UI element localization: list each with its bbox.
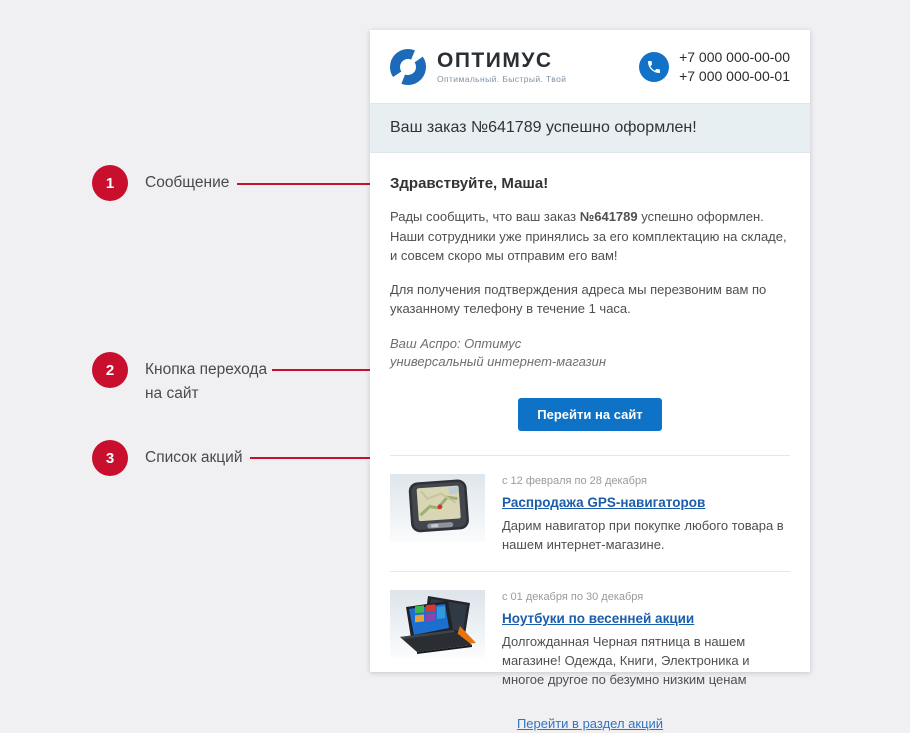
email-signature: Ваш Аспро: Оптимус универсальный интерне… (390, 335, 790, 373)
store-logo[interactable]: ОПТИМУС Оптимальный. Быстрый. Твой (388, 47, 566, 87)
annotation-3-line (250, 457, 378, 459)
logo-name: ОПТИМУС (437, 50, 566, 72)
signature-line-2: универсальный интернет-магазин (390, 353, 790, 372)
promo-item-gps: с 12 февраля по 28 декабря Распродажа GP… (390, 474, 790, 555)
logo-swirl-icon (388, 47, 428, 87)
promos-section-link[interactable]: Перейти в раздел акций (517, 716, 663, 731)
gps-navigator-image[interactable] (390, 474, 485, 542)
laptop-image[interactable] (390, 590, 485, 658)
annotation-2-label-line2: на сайт (145, 382, 267, 406)
divider (390, 571, 790, 572)
email-subject-bar: Ваш заказ №641789 успешно оформлен! (370, 103, 810, 153)
phone-number-1[interactable]: +7 000 000-00-00 (679, 48, 790, 67)
phone-icon (639, 52, 669, 82)
promo-1-description: Дарим навигатор при покупке любого товар… (502, 517, 790, 555)
email-preview-panel: ОПТИМУС Оптимальный. Быстрый. Твой +7 00… (370, 30, 810, 672)
message-paragraph-1: Рады сообщить, что ваш заказ №641789 усп… (390, 207, 790, 266)
annotation-1-message: 1 Сообщение (92, 165, 229, 201)
promo-2-description: Долгожданная Черная пятница в нашем мага… (502, 633, 790, 690)
email-body: Здравствуйте, Маша! Рады сообщить, что в… (370, 153, 810, 733)
divider (390, 455, 790, 456)
annotation-3-promos: 3 Список акций (92, 440, 242, 476)
annotation-1-line (237, 183, 378, 185)
phone-block: +7 000 000-00-00 +7 000 000-00-01 (639, 48, 790, 86)
annotation-3-label: Список акций (145, 446, 242, 470)
promo-item-laptops: с 01 декабря по 30 декабря Ноутбуки по в… (390, 590, 790, 690)
message-paragraph-2: Для получения подтверждения адреса мы пе… (390, 280, 790, 319)
phone-number-2[interactable]: +7 000 000-00-01 (679, 67, 790, 86)
order-number: №641789 (580, 209, 638, 224)
promo-1-title-link[interactable]: Распродажа GPS-навигаторов (502, 495, 705, 510)
go-to-site-button[interactable]: Перейти на сайт (518, 398, 661, 431)
paragraph-1-text: Рады сообщить, что ваш заказ (390, 209, 580, 224)
signature-line-1: Ваш Аспро: Оптимус (390, 335, 790, 354)
logo-tagline: Оптимальный. Быстрый. Твой (437, 74, 566, 84)
annotation-1-label: Сообщение (145, 171, 229, 195)
annotation-2-cta-button: 2 Кнопка перехода на сайт (92, 352, 267, 406)
promo-2-date: с 01 декабря по 30 декабря (502, 591, 790, 603)
annotation-3-badge: 3 (92, 440, 128, 476)
annotation-2-label-line1: Кнопка перехода (145, 358, 267, 382)
promo-2-title-link[interactable]: Ноутбуки по весенней акции (502, 611, 694, 626)
email-header: ОПТИМУС Оптимальный. Быстрый. Твой +7 00… (370, 30, 810, 103)
greeting-text: Здравствуйте, Маша! (390, 175, 790, 192)
annotation-1-badge: 1 (92, 165, 128, 201)
promo-1-date: с 12 февраля по 28 декабря (502, 475, 790, 487)
annotation-2-badge: 2 (92, 352, 128, 388)
